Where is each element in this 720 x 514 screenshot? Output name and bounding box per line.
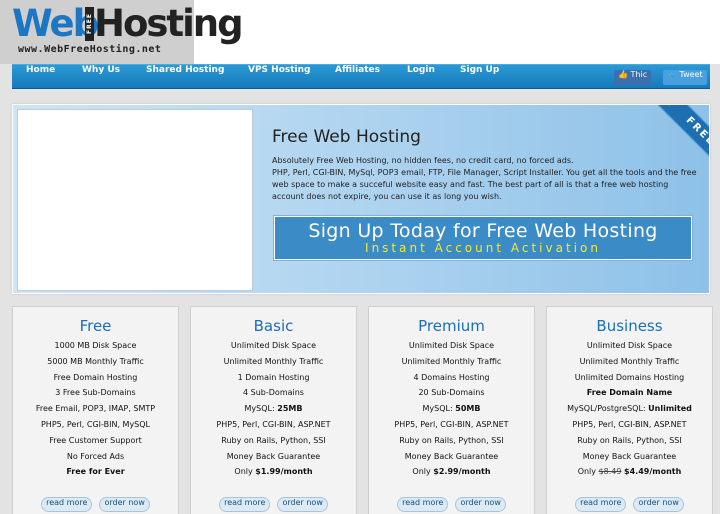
hero-line-1: Absolutely Free Web Hosting, no hidden f… — [272, 156, 574, 165]
plan-feature: Money Back Guarantee — [404, 451, 499, 461]
plan-price: Free for Ever — [13, 464, 178, 480]
plan-name: Free — [79, 317, 112, 335]
main-nav: Home Why Us Shared Hosting VPS Hosting A… — [12, 64, 710, 89]
plan-feature: Unlimited Monthly Traffic — [223, 356, 324, 366]
price-prefix: Only — [577, 467, 599, 477]
hero-line-2: PHP, Perl, CGI-BIN, MySql, POP3 email, F… — [272, 168, 697, 201]
plan-free: Free 1000 MB Disk Space 5000 MB Monthly … — [12, 306, 179, 514]
plan-feature: Unlimited Monthly Traffic — [579, 356, 680, 366]
plan-price: Only $8.49 $4.49/month — [547, 464, 712, 480]
mysql-value: 50MB — [455, 404, 481, 414]
cta-main-text: Sign Up Today for Free Web Hosting — [308, 220, 658, 242]
plan-feature: 5000 MB Monthly Traffic — [47, 356, 144, 366]
plan-feature: 20 Sub-Domains — [418, 388, 485, 398]
plan-feature: Ruby on Rails, Python, SSI — [399, 435, 504, 445]
plan-feature: Unlimited Domains Hosting — [574, 372, 685, 382]
logo-url: www.WebFreeHosting.net — [18, 44, 162, 55]
plan-feature: Ruby on Rails, Python, SSI — [221, 435, 326, 445]
plan-feature: Money Back Guarantee — [582, 451, 677, 461]
plan-buttons: read more order now — [547, 490, 712, 512]
plan-basic: Basic Unlimited Disk Space Unlimited Mon… — [190, 306, 357, 514]
free-domain-text: Free Domain Name — [586, 388, 673, 398]
tweet-button[interactable]: 🐦 Tweet — [663, 70, 707, 85]
nav-affiliates[interactable]: Affiliates — [335, 65, 380, 90]
old-price: $8.49 — [598, 467, 622, 477]
plan-price-value: $4.49/month — [624, 467, 682, 477]
cta-sub-text: Instant Account Activation — [365, 241, 601, 255]
nav-why-us[interactable]: Why Us — [82, 65, 120, 90]
plan-price-value: $1.99/month — [255, 467, 313, 477]
plan-feature: Unlimited Disk Space — [230, 341, 317, 350]
plan-feature: No Forced Ads — [66, 451, 125, 461]
plan-feature: Free Domain Name — [547, 385, 712, 401]
plan-buttons: read more order now — [13, 490, 178, 512]
nav-vps-hosting[interactable]: VPS Hosting — [248, 65, 311, 90]
plan-feature: 1 Domain Hosting — [237, 372, 310, 382]
plan-feature: Unlimited Disk Space — [586, 341, 673, 350]
read-more-button[interactable]: read more — [575, 497, 627, 512]
facebook-like-button[interactable]: 👍 Thic — [614, 70, 652, 85]
signup-cta-button[interactable]: Sign Up Today for Free Web Hosting Insta… — [274, 216, 692, 260]
plan-feature: Free Customer Support — [49, 435, 142, 445]
mysql-label: MySQL: — [422, 404, 456, 414]
plan-business: Business Unlimited Disk Space Unlimited … — [546, 306, 713, 514]
order-now-button[interactable]: order now — [99, 497, 150, 512]
plan-feature: Ruby on Rails, Python, SSI — [577, 435, 682, 445]
plan-feature: Free Email, POP3, IMAP, SMTP — [35, 404, 156, 414]
plan-feature: Money Back Guarantee — [226, 451, 321, 461]
plan-feature: PHP5, Perl, CGI-BIN, ASP.NET — [394, 419, 509, 429]
nav-home[interactable]: Home — [26, 65, 55, 90]
plan-mysql: MySQL: 25MB — [191, 401, 356, 417]
logo-hosting-text: Hosting — [94, 2, 244, 45]
plan-feature: Unlimited Monthly Traffic — [401, 356, 502, 366]
mysql-label: MySQL/PostgreSQL: — [567, 404, 649, 414]
mysql-value: Unlimited — [648, 404, 692, 414]
plan-name: Basic — [253, 317, 294, 335]
plan-feature: 4 Domains Hosting — [413, 372, 490, 382]
plan-feature: Free Domain Hosting — [53, 372, 138, 382]
hero-banner: Free Web Hosting Absolutely Free Web Hos… — [12, 104, 710, 294]
plan-feature: PHP5, Perl, CGI-BIN, ASP.NET — [572, 419, 687, 429]
plan-feature: 4 Sub-Domains — [243, 388, 304, 398]
order-now-button[interactable]: order now — [277, 497, 328, 512]
order-now-button[interactable]: order now — [455, 497, 506, 512]
plan-buttons: read more order now — [369, 490, 534, 512]
nav-shared-hosting[interactable]: Shared Hosting — [146, 65, 224, 90]
nav-sign-up[interactable]: Sign Up — [460, 65, 499, 90]
nav-login[interactable]: Login — [407, 65, 435, 90]
plan-name: Business — [596, 317, 663, 335]
plan-feature: PHP5, Perl, CGI-BIN, ASP.NET — [216, 419, 331, 429]
read-more-button[interactable]: read more — [41, 497, 93, 512]
plan-price-value: $2.99/month — [433, 467, 491, 477]
read-more-button[interactable]: read more — [219, 497, 271, 512]
thumbs-up-icon: 👍 — [618, 70, 628, 79]
price-prefix: Only — [234, 467, 256, 477]
plan-price: Only $2.99/month — [369, 464, 534, 480]
facebook-like-label: Thic — [630, 70, 648, 79]
plan-feature: Unlimited Disk Space — [408, 341, 495, 350]
order-now-button[interactable]: order now — [633, 497, 684, 512]
plan-mysql: MySQL: 50MB — [369, 401, 534, 417]
hero-image-placeholder — [17, 109, 253, 291]
logo-free-badge: FREE — [85, 7, 94, 41]
plan-mysql: MySQL/PostgreSQL: Unlimited — [547, 401, 712, 417]
plan-name: Premium — [418, 317, 485, 335]
site-logo[interactable]: Web FREE Hosting www.WebFreeHosting.net — [0, 0, 244, 64]
plan-feature: PHP5, Perl, CGI-BIN, MySQL — [40, 419, 151, 429]
mysql-label: MySQL: — [244, 404, 278, 414]
mysql-value: 25MB — [277, 404, 303, 414]
hero-description: Absolutely Free Web Hosting, no hidden f… — [272, 155, 702, 203]
plan-feature: 3 Free Sub-Domains — [55, 388, 136, 398]
tweet-label: Tweet — [679, 70, 703, 79]
plan-price: Only $1.99/month — [191, 464, 356, 480]
price-prefix: Only — [412, 467, 434, 477]
hero-title: Free Web Hosting — [272, 127, 421, 147]
twitter-bird-icon: 🐦 — [667, 70, 677, 79]
read-more-button[interactable]: read more — [397, 497, 449, 512]
plan-buttons: read more order now — [191, 490, 356, 512]
plan-price-value: Free for Ever — [66, 467, 125, 477]
plan-premium: Premium Unlimited Disk Space Unlimited M… — [368, 306, 535, 514]
plan-feature: 1000 MB Disk Space — [54, 341, 137, 350]
